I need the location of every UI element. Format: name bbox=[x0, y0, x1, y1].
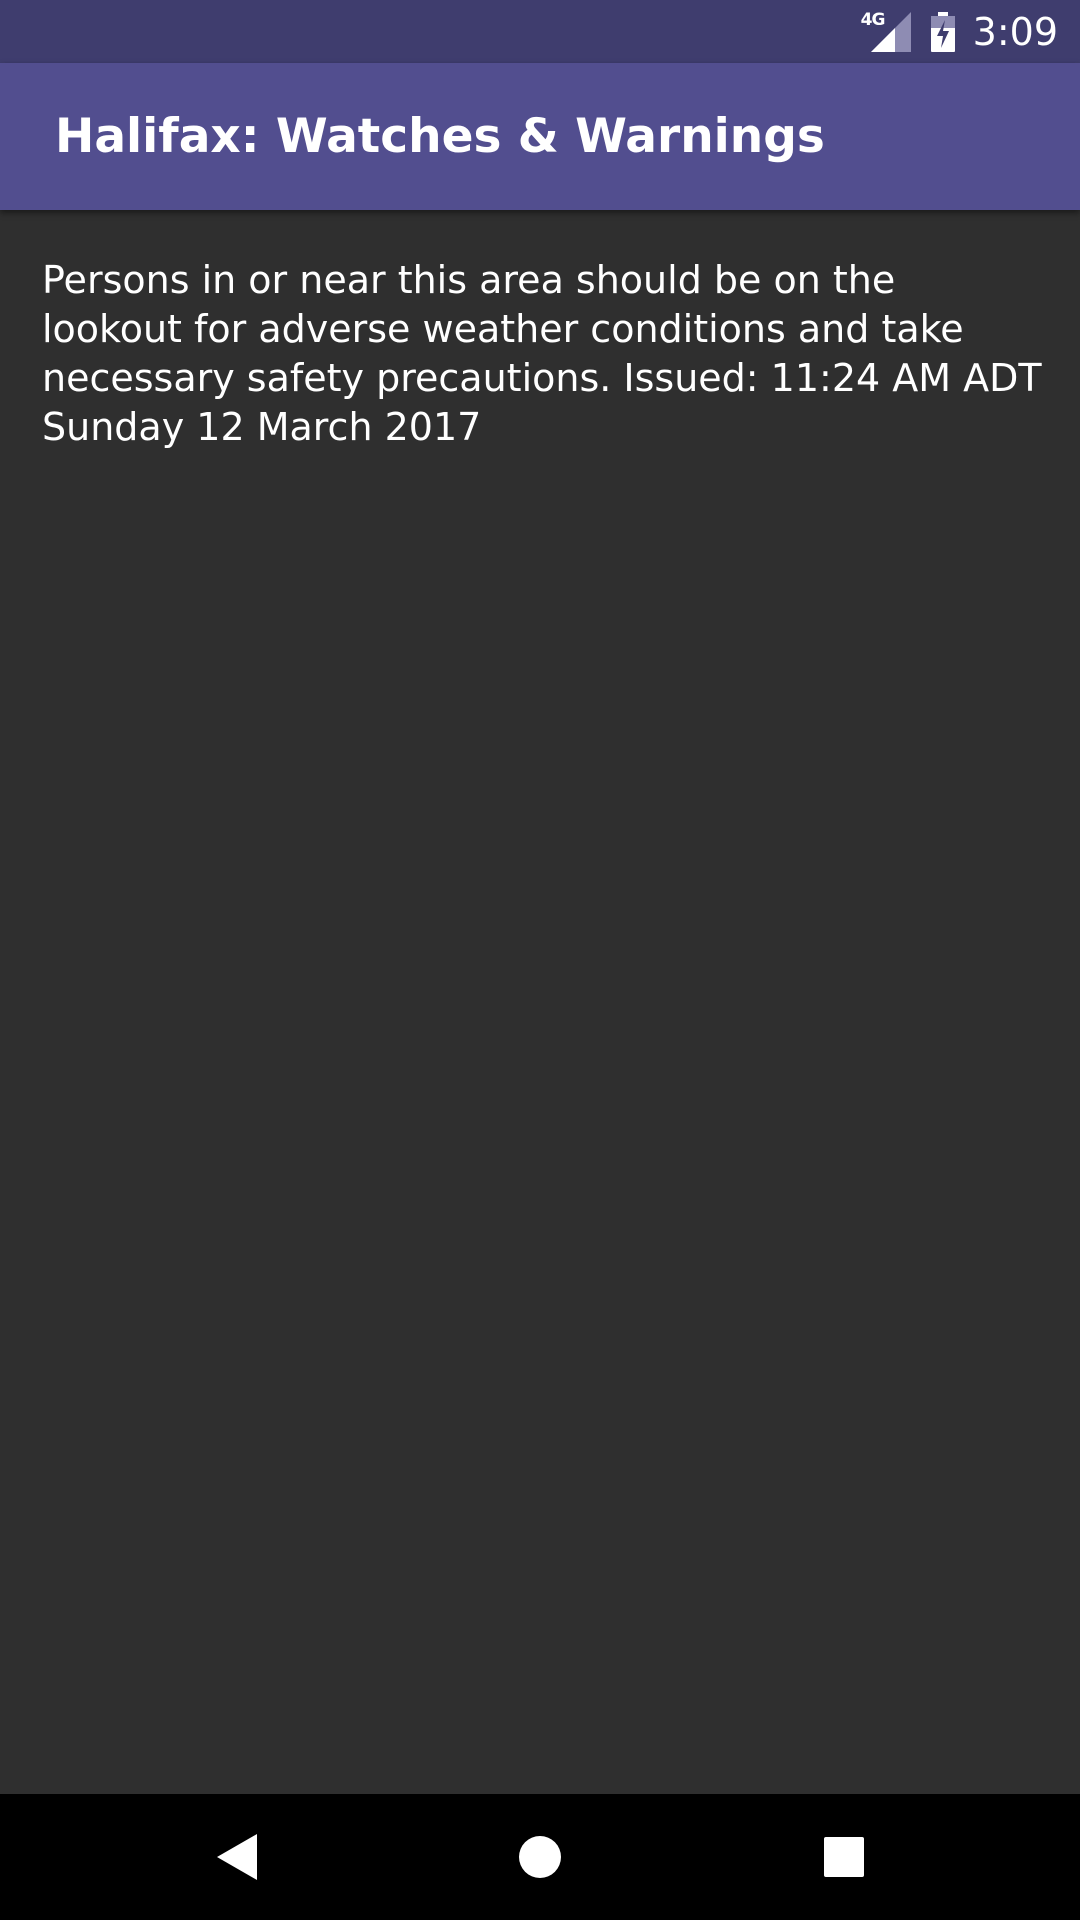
warning-text: Persons in or near this area should be o… bbox=[42, 258, 1042, 449]
battery-charging-icon bbox=[930, 11, 955, 52]
back-icon bbox=[217, 1834, 257, 1880]
status-bar: 4G 3:09 bbox=[0, 0, 1080, 63]
status-icons: 4G 3:09 bbox=[861, 0, 1058, 63]
signal-indicator: 4G bbox=[861, 10, 911, 52]
page-title: Halifax: Watches & Warnings bbox=[55, 109, 825, 164]
home-button[interactable] bbox=[460, 1794, 620, 1920]
screen: 4G 3:09 Halifax: Watches & Warnings Pers… bbox=[0, 0, 1080, 1920]
clock: 3:09 bbox=[972, 9, 1058, 54]
signal-icon bbox=[870, 11, 911, 52]
navigation-bar bbox=[0, 1794, 1080, 1920]
warning-content: Persons in or near this area should be o… bbox=[42, 256, 1042, 452]
home-icon bbox=[519, 1836, 561, 1878]
recents-icon bbox=[824, 1837, 864, 1877]
recents-button[interactable] bbox=[764, 1794, 924, 1920]
back-button[interactable] bbox=[157, 1794, 317, 1920]
app-bar: Halifax: Watches & Warnings bbox=[0, 63, 1080, 210]
